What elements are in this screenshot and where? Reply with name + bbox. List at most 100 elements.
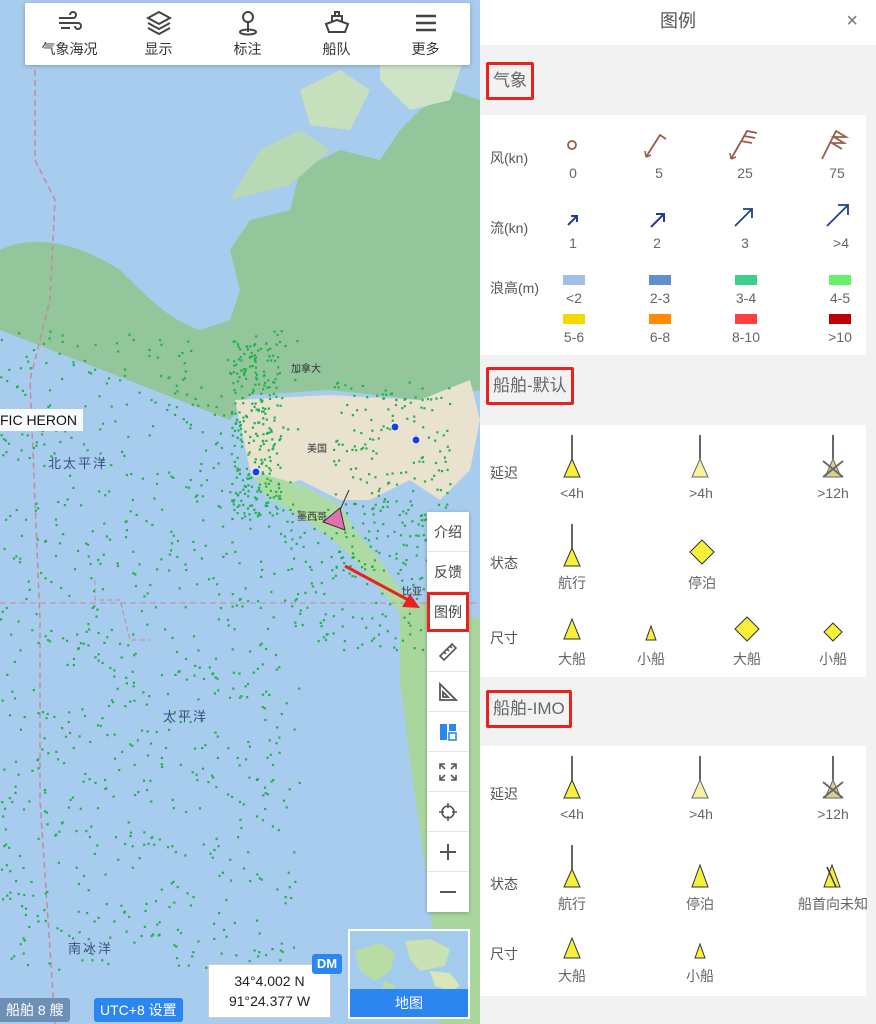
timezone-setting-button[interactable]: UTC+8 设置	[94, 998, 183, 1022]
imo-heading-unknown-icon	[823, 863, 841, 888]
toolbar-more-label: 更多	[411, 40, 440, 57]
imo-ship-large-icon	[563, 936, 581, 959]
wind-value-0: 0	[569, 165, 577, 181]
tool-angle[interactable]	[427, 672, 469, 712]
wind-value-2: 25	[737, 165, 753, 181]
wave-value: 5-6	[563, 329, 585, 345]
imo-size-label: 尺寸	[490, 946, 518, 962]
toolbar-fleet-label: 船队	[322, 40, 351, 57]
wave-value: 6-8	[649, 329, 671, 345]
wave-value: 3-4	[735, 290, 757, 306]
wave-swatch	[563, 275, 585, 285]
imo-delay-value-1: >4h	[689, 806, 713, 822]
wind-75kn-icon	[821, 129, 850, 160]
ship-delay-under4h-icon	[563, 435, 581, 478]
tool-legend[interactable]: 图例	[427, 592, 469, 632]
current-value-1: 2	[653, 235, 661, 251]
wave-value: 8-10	[731, 329, 761, 345]
current-4kn-icon	[826, 204, 849, 227]
wave-value: >10	[828, 329, 852, 345]
top-toolbar: 气象海况 显示 标注 船队 更多	[25, 3, 470, 65]
wave-swatch	[829, 314, 851, 324]
ship-count-badge[interactable]: 船舶 8 艘	[0, 998, 70, 1022]
coord-format-badge[interactable]: DM	[312, 954, 342, 974]
label-pacific: 太平洋	[163, 709, 209, 724]
wave-value: <2	[566, 290, 582, 306]
map-area[interactable]: 加拿大 美国 墨西哥 比亚 北太平洋 太平洋 南冰洋 FIC HERON 气象海…	[0, 0, 480, 1024]
current-2kn-icon	[650, 213, 665, 228]
toolbar-weather-label: 气象海况	[41, 40, 98, 57]
tool-locate[interactable]	[427, 792, 469, 832]
imo-delay-over4h-icon	[691, 756, 709, 799]
locate-icon	[439, 802, 457, 821]
wave-swatch	[563, 314, 585, 324]
triangle-ruler-icon	[439, 681, 459, 701]
toolbar-fleet[interactable]: 船队	[292, 3, 381, 65]
default-status-label: 状态	[490, 555, 518, 571]
imo-delay-under4h-icon	[563, 756, 581, 799]
wave-value: 4-5	[829, 290, 851, 306]
ship-imo-card: 延迟 <4h >4h >12h 状态 航行 停泊 船首向未知 尺寸 大船 小船	[480, 746, 868, 996]
tool-zoom-out[interactable]	[427, 872, 469, 912]
wind-5kn-icon	[644, 133, 667, 158]
imo-status-label: 状态	[490, 876, 518, 892]
map-type-label: 地图	[350, 989, 468, 1017]
wave-swatch	[829, 275, 851, 285]
default-delay-value-2: >12h	[817, 485, 849, 501]
imo-delay-value-0: <4h	[560, 806, 584, 822]
map-type-switcher[interactable]: 地图	[348, 929, 470, 1019]
current-3kn-icon	[734, 208, 753, 227]
pin-icon	[238, 10, 257, 35]
tool-intro[interactable]: 介绍	[427, 512, 469, 552]
label-usa: 美国	[307, 444, 327, 455]
layout-icon	[440, 723, 457, 741]
wind-value-1: 5	[655, 165, 663, 181]
wave-row-label: 浪高(m)	[490, 280, 539, 296]
map-canvas[interactable]	[0, 0, 480, 1024]
toolbar-display[interactable]: 显示	[114, 3, 203, 65]
tool-feedback[interactable]: 反馈	[427, 552, 469, 592]
imo-size-value-0: 大船	[558, 968, 586, 984]
wave-swatch	[649, 314, 671, 324]
legend-panel: 图例 × 气象 风(kn) 0 5 25 75 流(kn) 1 2 3 >4 浪…	[480, 0, 876, 1024]
toolbar-annotate-label: 标注	[233, 40, 262, 57]
tool-layout[interactable]	[427, 712, 469, 752]
label-mexico: 墨西哥	[297, 512, 327, 523]
tool-fullscreen[interactable]	[427, 752, 469, 792]
default-size-value-3: 小船	[819, 651, 847, 667]
default-delay-label: 延迟	[490, 465, 518, 481]
section-title-ship-imo: 船舶-IMO	[486, 690, 572, 728]
tool-ruler[interactable]	[427, 632, 469, 672]
ship-default-card: 延迟 <4h >4h >12h 状态 航行 停泊 尺寸 大船 小船 大船 小船	[480, 425, 866, 677]
layers-icon	[145, 10, 172, 35]
tool-zoom-in[interactable]	[427, 832, 469, 872]
close-icon[interactable]: ×	[846, 0, 858, 43]
default-size-value-2: 大船	[733, 651, 761, 667]
imo-moored-icon	[691, 863, 709, 888]
label-north-pacific: 北太平洋	[48, 456, 109, 471]
imo-status-value-2: 船首向未知	[798, 896, 868, 912]
wind-25kn-icon	[729, 129, 758, 160]
legend-title: 图例	[660, 11, 696, 31]
ship-underway-icon	[563, 524, 581, 567]
imo-status-value-1: 停泊	[686, 896, 714, 912]
imo-delay-value-2: >12h	[817, 806, 849, 822]
fullscreen-icon	[439, 762, 457, 781]
current-1kn-icon	[567, 215, 578, 226]
wind-calm-icon	[567, 140, 577, 150]
wave-swatch	[649, 275, 671, 285]
toolbar-annotate[interactable]: 标注	[203, 3, 292, 65]
wave-value: 2-3	[649, 290, 671, 306]
section-title-weather: 气象	[486, 62, 534, 100]
toolbar-weather[interactable]: 气象海况	[25, 3, 114, 65]
current-value-2: 3	[741, 235, 749, 251]
imo-ship-small-icon	[694, 942, 706, 959]
toolbar-display-label: 显示	[144, 40, 173, 57]
imo-delay-over12h-icon	[822, 756, 844, 799]
ship-moored-icon	[689, 539, 715, 565]
ship-delay-over12h-icon	[822, 435, 844, 478]
label-southern-ocean: 南冰洋	[68, 941, 114, 956]
ship-name-label[interactable]: FIC HERON	[0, 409, 83, 431]
toolbar-more[interactable]: 更多	[381, 3, 470, 65]
default-size-label: 尺寸	[490, 630, 518, 646]
